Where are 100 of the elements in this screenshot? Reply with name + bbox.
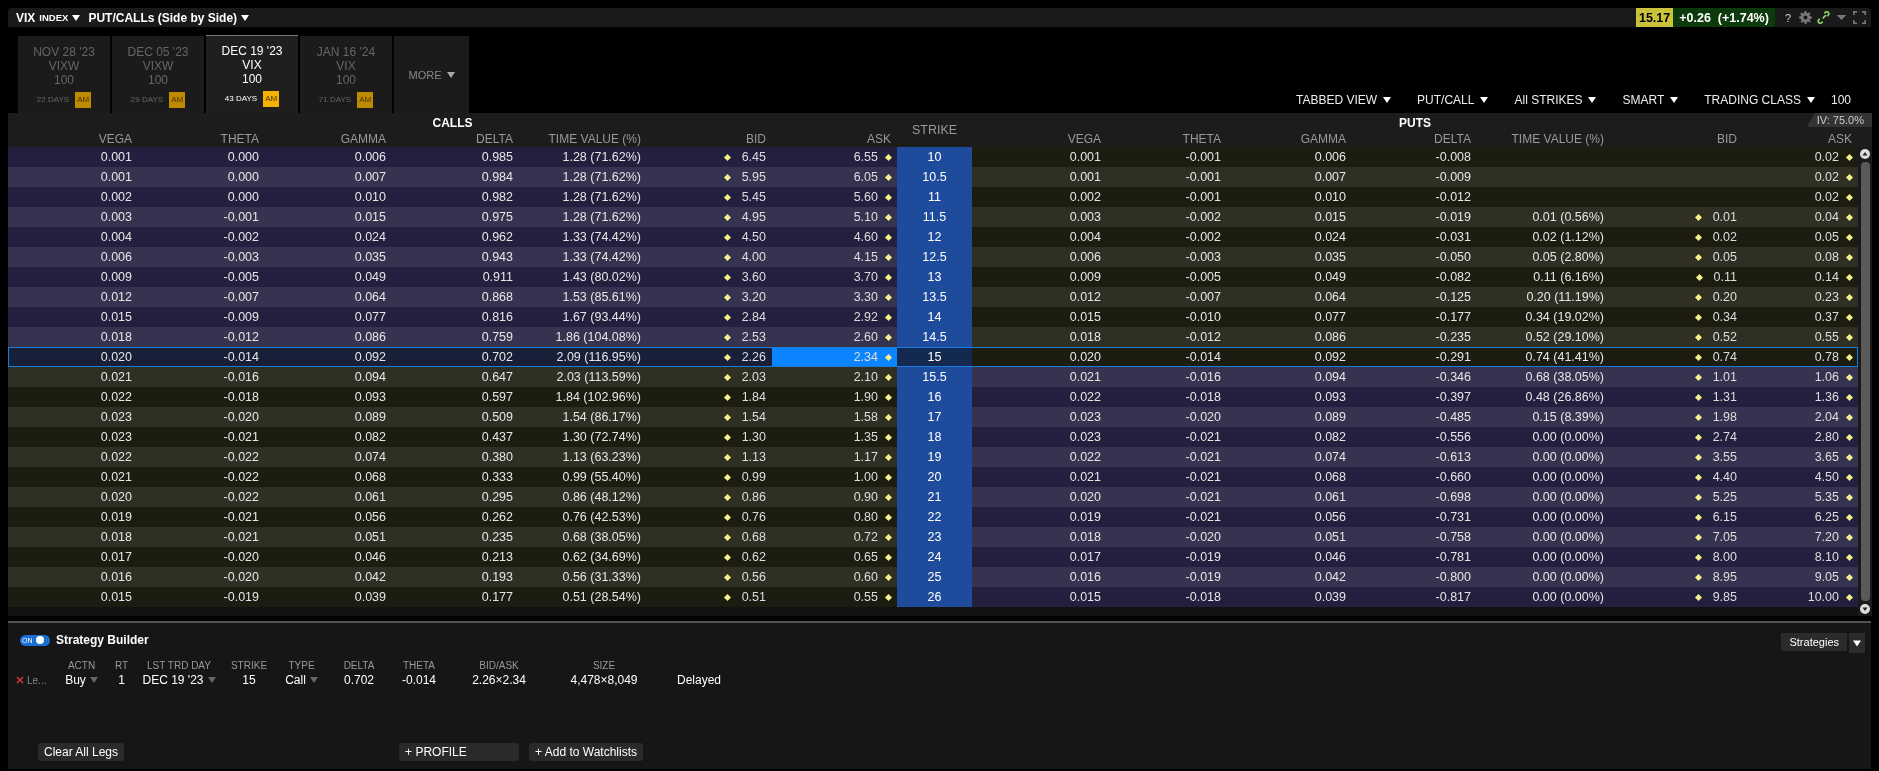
expiry-tab[interactable]: NOV 28 '23 VIXW 100 22 DAYS AM	[18, 36, 110, 113]
table-cell-text: 0.046	[1313, 549, 1347, 566]
table-row[interactable]: 0.020 -0.014 0.092 0.702 2.09 (116.95%) 2.26 2.34 15 0.020 -0.014 0.092 -0.291 0.74 (41.41%) 0.74 0.78	[8, 347, 1858, 367]
table-cell-text: 0.064	[1313, 289, 1347, 306]
action-button[interactable]: Clear All Legs	[38, 743, 125, 761]
table-cell-text: 0.00 (0.00%)	[1531, 489, 1605, 506]
table-row[interactable]: 0.012 -0.007 0.064 0.868 1.53 (85.61%) 3.20 3.30 13.5 0.012 -0.007 0.064 -0.125 0.20 (11.19%) 0.20 0.23	[8, 287, 1858, 307]
last-price: 15.17	[1635, 8, 1674, 27]
table-row[interactable]: 0.022 -0.018 0.093 0.597 1.84 (102.96%) 1.84 1.90 16 0.022 -0.018 0.093 -0.397 0.48 (26.86%) 1.31 1.36	[8, 387, 1858, 407]
toolbar-dropdown[interactable]: TABBED VIEW	[1286, 93, 1402, 107]
table-cell-text: 0.015	[1068, 309, 1102, 326]
table-row[interactable]: 0.017 -0.020 0.046 0.213 0.62 (34.69%) 0.62 0.65 24 0.017 -0.019 0.046 -0.781 0.00 (0.00%) 8.00 8.10	[8, 547, 1858, 567]
table-row[interactable]: 0.001 0.000 0.007 0.984 1.28 (71.62%) 5.95 6.05 10.5 0.001 -0.001 0.007 -0.009 0.02	[8, 167, 1858, 187]
table-row[interactable]: 0.002 0.000 0.010 0.982 1.28 (71.62%) 5.45 5.60 11 0.002 -0.001 0.010 -0.012 0.02	[8, 187, 1858, 207]
ask-value: 10.00	[1807, 590, 1839, 604]
table-row[interactable]: 0.018 -0.021 0.051 0.235 0.68 (38.05%) 0.68 0.72 23 0.018 -0.020 0.051 -0.758 0.00 (0.00%) 7.05 7.20	[8, 527, 1858, 547]
table-cell-text: 0.001	[1068, 149, 1102, 166]
table-row[interactable]: 0.006 -0.003 0.035 0.943 1.33 (74.42%) 4.00 4.15 12.5 0.006 -0.003 0.035 -0.050 0.05 (2.80%) 0.05 0.08	[8, 247, 1858, 267]
expiry-tab[interactable]: JAN 16 '24 VIX 100 71 DAYS AM	[300, 36, 392, 113]
table-cell-text: 0.380	[480, 449, 514, 466]
table-cell-text: 0.985	[480, 149, 514, 166]
table-cell-text: -0.008	[1434, 149, 1472, 166]
ask-value: 6.25	[1814, 510, 1839, 524]
toolbar-dropdown[interactable]: All STRIKES	[1504, 93, 1607, 107]
table-cell-text: -0.009	[222, 309, 260, 326]
table-cell-text: 1.84 (102.96%)	[554, 389, 642, 406]
column-header: THETA	[219, 131, 260, 146]
table-cell-text: -0.485	[1434, 409, 1472, 426]
expiry-tab[interactable]: DEC 05 '23 VIXW 100 29 DAYS AM	[112, 36, 204, 113]
table-cell-text: 1.33 (74.42%)	[561, 249, 642, 266]
table-row[interactable]: 0.003 -0.001 0.015 0.975 1.28 (71.62%) 4.95 5.10 11.5 0.003 -0.002 0.015 -0.019 0.01 (0.56%) 0.01 0.04	[8, 207, 1858, 227]
table-cell-text: 0.000	[226, 169, 260, 186]
action-button[interactable]: + Add to Watchlists	[529, 743, 643, 761]
table-cell-text: 0.082	[1313, 429, 1347, 446]
action-button[interactable]: + PROFILE	[399, 743, 520, 761]
table-row[interactable]: 0.021 -0.016 0.094 0.647 2.03 (113.59%) 2.03 2.10 15.5 0.021 -0.016 0.094 -0.346 0.68 (38.05%) 1.01 1.06	[8, 367, 1858, 387]
ask-value: 3.65	[1814, 450, 1839, 464]
table-cell-text: 1.28 (71.62%)	[561, 149, 642, 166]
help-button[interactable]: ?	[1784, 11, 1791, 24]
table-row[interactable]: 0.009 -0.005 0.049 0.911 1.43 (80.02%) 3.60 3.70 13 0.009 -0.005 0.049 -0.082 0.11 (6.16%) 0.11 0.14	[8, 267, 1858, 287]
settings-icon[interactable]	[1799, 11, 1812, 24]
table-cell-text: 0.012	[1068, 289, 1102, 306]
table-row[interactable]: 0.023 -0.020 0.089 0.509 1.54 (86.17%) 1.54 1.58 17 0.023 -0.020 0.089 -0.485 0.15 (8.39%) 1.98 2.04	[8, 407, 1858, 427]
link-icon[interactable]	[1817, 11, 1830, 24]
table-cell-text: 0.082	[353, 429, 387, 446]
bid-value: 4.50	[741, 230, 766, 244]
table-cell-text: -0.007	[222, 289, 260, 306]
table-cell-text: 0.017	[99, 549, 133, 566]
strike-cell: 21	[897, 487, 972, 507]
caret-icon[interactable]	[1853, 639, 1861, 647]
strike-cell: 18	[897, 427, 972, 447]
bid-value: 1.13	[741, 450, 766, 464]
table-cell-text: 0.759	[480, 329, 514, 346]
ask-value: 8.10	[1814, 550, 1839, 564]
leg-value[interactable]: Buy	[65, 673, 86, 687]
table-cell-text: 0.015	[99, 589, 133, 606]
table-cell-text: 0.018	[1068, 329, 1102, 346]
leg-value[interactable]: Call	[285, 673, 306, 687]
toolbar-dropdown[interactable]: SMART	[1612, 93, 1689, 107]
table-row[interactable]: 0.023 -0.021 0.082 0.437 1.30 (72.74%) 1.30 1.35 18 0.023 -0.021 0.082 -0.556 0.00 (0.00%) 2.74 2.80	[8, 427, 1858, 447]
scroll-down-icon[interactable]	[1860, 604, 1870, 614]
more-tab[interactable]: MORE	[394, 36, 469, 113]
table-row[interactable]: 0.019 -0.021 0.056 0.262 0.76 (42.53%) 0.76 0.80 22 0.019 -0.021 0.056 -0.731 0.00 (0.00%) 6.15 6.25	[8, 507, 1858, 527]
table-cell-text: -0.002	[1184, 229, 1222, 246]
days-to-expiry: 29 DAYS	[130, 94, 164, 106]
table-row[interactable]: 0.021 -0.022 0.068 0.333 0.99 (55.40%) 0.99 1.00 20 0.021 -0.021 0.068 -0.660 0.00 (0.00%) 4.40 4.50	[8, 467, 1858, 487]
table-row[interactable]: 0.015 -0.019 0.039 0.177 0.51 (28.54%) 0.51 0.55 26 0.015 -0.018 0.039 -0.817 0.00 (0.00%) 9.85 10.00	[8, 587, 1858, 607]
column-header: TIME VALUE (%)	[547, 131, 642, 146]
table-row[interactable]: 0.020 -0.022 0.061 0.295 0.86 (48.12%) 0.86 0.90 21 0.020 -0.021 0.061 -0.698 0.00 (0.00%) 5.25 5.35	[8, 487, 1858, 507]
bid-value: 5.25	[1712, 490, 1737, 504]
trading-class-value: 100	[1830, 93, 1851, 107]
close-icon[interactable]	[16, 676, 24, 684]
bid-value: 0.20	[1712, 290, 1737, 304]
scroll-up-icon[interactable]	[1860, 149, 1870, 159]
table-row[interactable]: 0.001 0.000 0.006 0.985 1.28 (71.62%) 6.45 6.55 10 0.001 -0.001 0.006 -0.008 0.02	[8, 147, 1858, 167]
expiry-tab[interactable]: DEC 19 '23 VIX 100 43 DAYS AM	[206, 35, 298, 113]
toolbar-dropdown[interactable]: PUT/CALL	[1407, 93, 1499, 107]
table-row[interactable]: 0.004 -0.002 0.024 0.962 1.33 (74.42%) 4.50 4.60 12 0.004 -0.002 0.024 -0.031 0.02 (1.12%) 0.02 0.05	[8, 227, 1858, 247]
symbol-selector[interactable]: VIX INDEX	[16, 10, 81, 25]
table-cell-text: -0.012	[1184, 329, 1222, 346]
fullscreen-icon[interactable]	[1853, 11, 1866, 24]
strategies-button[interactable]: Strategies	[1781, 633, 1847, 651]
table-row[interactable]: 0.016 -0.020 0.042 0.193 0.56 (31.33%) 0.56 0.60 25 0.016 -0.019 0.042 -0.800 0.00 (0.00%) 8.95 9.05	[8, 567, 1858, 587]
table-cell-text: -0.020	[1184, 529, 1222, 546]
table-cell-text: 0.023	[1068, 409, 1102, 426]
ask-value: 0.08	[1814, 250, 1839, 264]
table-cell-text: -0.001	[1184, 169, 1222, 186]
leg-value[interactable]: DEC 19 '23	[142, 673, 204, 687]
table-cell-text: 0.056	[1313, 509, 1347, 526]
view-selector[interactable]: PUT/CALLs (Side by Side)	[88, 10, 250, 25]
table-cell-text: 0.002	[1068, 189, 1102, 206]
table-row[interactable]: 0.015 -0.009 0.077 0.816 1.67 (93.44%) 2.84 2.92 14 0.015 -0.010 0.077 -0.177 0.34 (19.02%) 0.34 0.37	[8, 307, 1858, 327]
expiry-date: DEC 05 '23	[127, 45, 189, 59]
table-row[interactable]: 0.022 -0.022 0.074 0.380 1.13 (63.23%) 1.13 1.17 19 0.022 -0.021 0.074 -0.613 0.00 (0.00%) 3.55 3.65	[8, 447, 1858, 467]
ask-value: 4.60	[853, 230, 878, 244]
table-cell-text: 0.004	[1068, 229, 1102, 246]
toolbar-dropdown[interactable]: TRADING CLASS	[1694, 93, 1825, 107]
table-cell-text: 0.003	[1068, 209, 1102, 226]
table-row[interactable]: 0.018 -0.012 0.086 0.759 1.86 (104.08%) 2.53 2.60 14.5 0.018 -0.012 0.086 -0.235 0.52 (29.10%) 0.52 0.55	[8, 327, 1858, 347]
scrollbar[interactable]	[1858, 147, 1872, 616]
